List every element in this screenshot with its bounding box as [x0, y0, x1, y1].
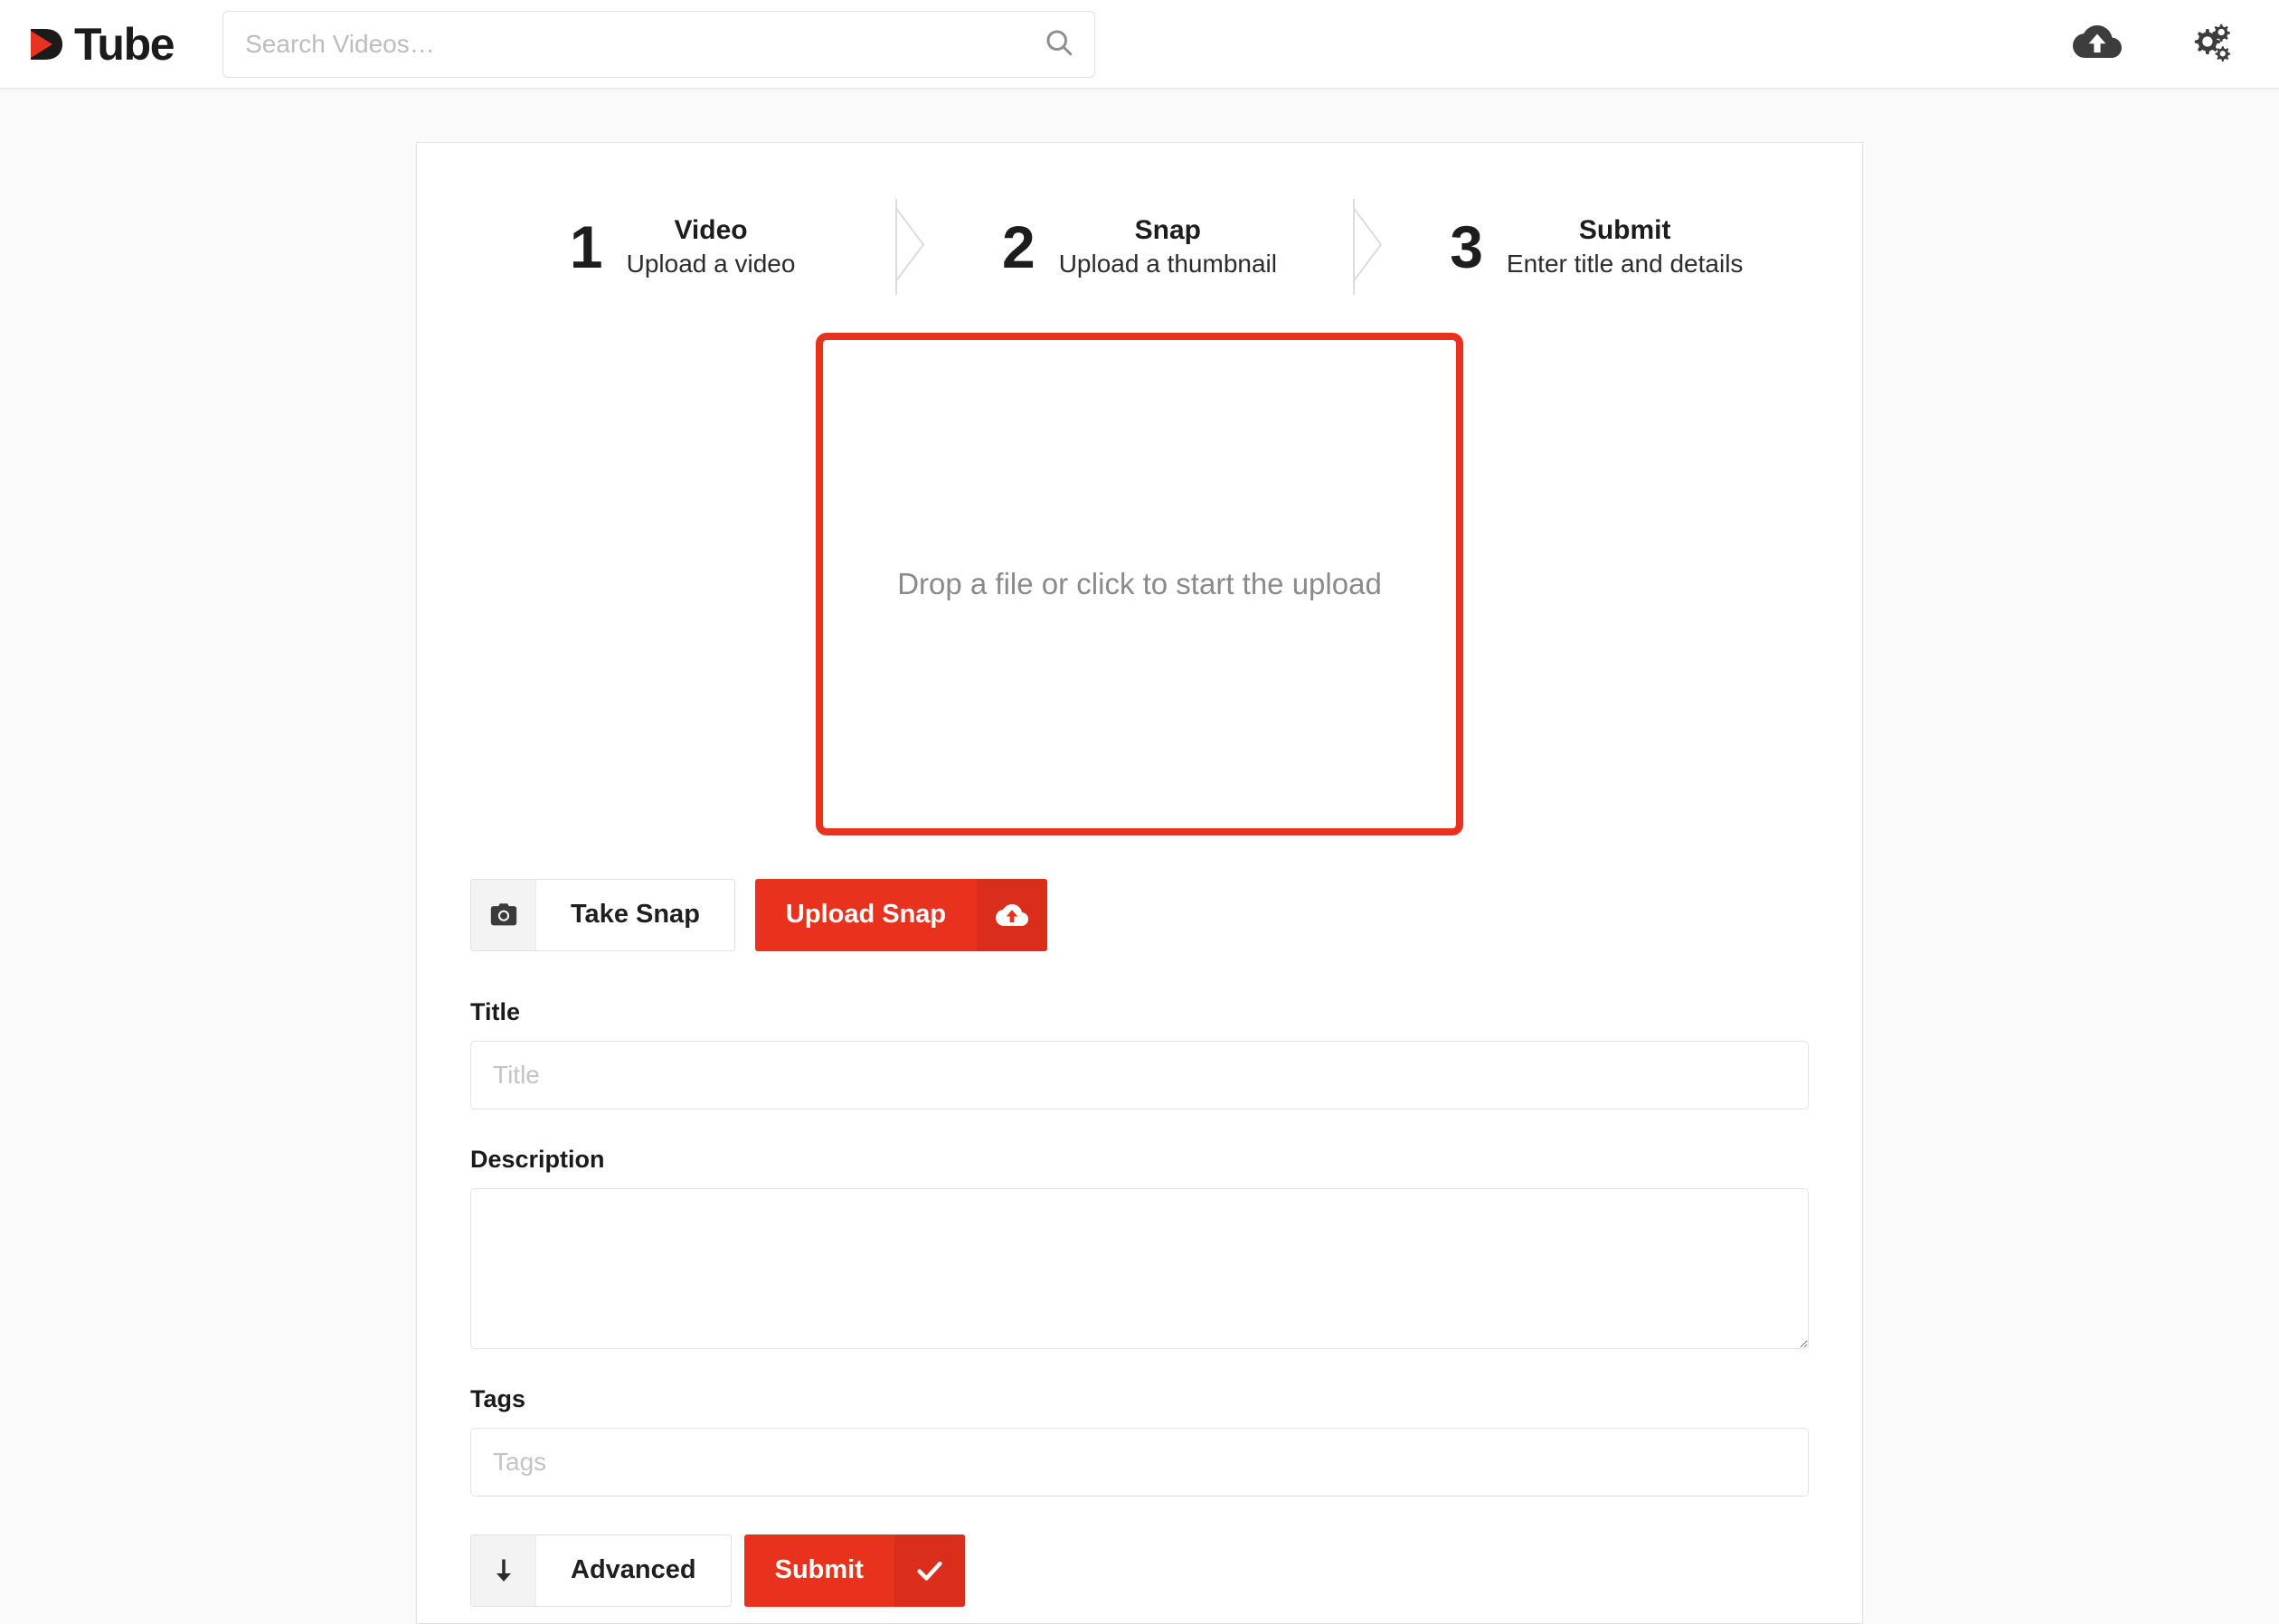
upload-snap-button[interactable]: Upload Snap — [754, 878, 1048, 951]
description-field-group: Description — [470, 1146, 1809, 1349]
title-input[interactable] — [470, 1040, 1809, 1109]
description-label: Description — [470, 1145, 605, 1173]
step-subtitle: Upload a video — [626, 249, 796, 278]
search-input[interactable] — [222, 10, 1096, 78]
dropzone-label: Drop a file or click to start the upload — [897, 566, 1382, 600]
upload-card: 1 Video Upload a video 2 Snap Upload a t… — [416, 142, 1863, 1624]
arrow-down-icon — [471, 1534, 536, 1606]
cloud-upload-icon — [2073, 17, 2122, 71]
brand-logo-link[interactable]: Tube — [25, 0, 175, 88]
step-number: 1 — [569, 212, 603, 280]
search-bar — [222, 10, 1096, 78]
brand-name: Tube — [74, 18, 175, 70]
form-action-row: Advanced Submit — [470, 1534, 1809, 1607]
upload-form: Take Snap Upload Snap Title Title Descri… — [470, 836, 1809, 1607]
upload-button[interactable] — [2071, 18, 2123, 71]
tags-field-group: Tags — [470, 1385, 1809, 1497]
submit-button[interactable]: Submit — [743, 1534, 965, 1607]
upload-steps: 1 Video Upload a video 2 Snap Upload a t… — [469, 143, 1810, 322]
chevron-right-icon — [1352, 207, 1384, 286]
step-snap[interactable]: 2 Snap Upload a thumbnail — [926, 199, 1352, 295]
advanced-label: Advanced — [571, 1555, 696, 1585]
step-subtitle: Enter title and details — [1506, 249, 1744, 278]
check-icon — [894, 1534, 965, 1607]
title-label: Title — [470, 997, 521, 1025]
snap-button-row: Take Snap Upload Snap — [470, 878, 1809, 951]
tags-input[interactable] — [470, 1427, 1809, 1497]
step-subtitle: Upload a thumbnail — [1058, 249, 1277, 278]
tags-label: Tags — [470, 1384, 526, 1412]
search-icon — [1043, 26, 1075, 61]
title-field-group: Title — [470, 998, 1809, 1109]
step-separator-1 — [895, 199, 926, 295]
top-header-bar: Tube — [0, 0, 2279, 89]
header-actions — [2071, 18, 2236, 71]
dropzone-container: Drop a file or click to start the upload — [417, 332, 1862, 836]
upload-snap-label: Upload Snap — [785, 900, 947, 930]
step-submit[interactable]: 3 Submit Enter title and details — [1384, 199, 1810, 295]
settings-button[interactable] — [2183, 18, 2236, 71]
step-title: Snap — [1134, 215, 1202, 245]
page-body: 1 Video Upload a video 2 Snap Upload a t… — [0, 89, 2279, 1624]
step-separator-2 — [1352, 199, 1384, 295]
submit-label: Submit — [774, 1555, 864, 1585]
search-submit-button[interactable] — [1030, 11, 1088, 78]
dtube-play-logo-icon — [25, 20, 76, 69]
take-snap-button[interactable]: Take Snap — [470, 878, 735, 951]
step-number: 2 — [1001, 212, 1035, 280]
advanced-button[interactable]: Advanced — [470, 1534, 732, 1607]
chevron-right-icon — [895, 207, 926, 286]
step-title: Submit — [1578, 215, 1671, 245]
cogs-icon — [2184, 16, 2235, 71]
cloud-upload-icon — [977, 878, 1048, 951]
take-snap-label: Take Snap — [571, 900, 700, 930]
file-dropzone[interactable]: Drop a file or click to start the upload — [816, 332, 1463, 836]
camera-icon — [471, 879, 536, 950]
step-number: 3 — [1450, 212, 1483, 280]
step-title: Video — [674, 215, 748, 245]
description-textarea[interactable] — [470, 1187, 1809, 1349]
step-video[interactable]: 1 Video Upload a video — [469, 199, 895, 295]
